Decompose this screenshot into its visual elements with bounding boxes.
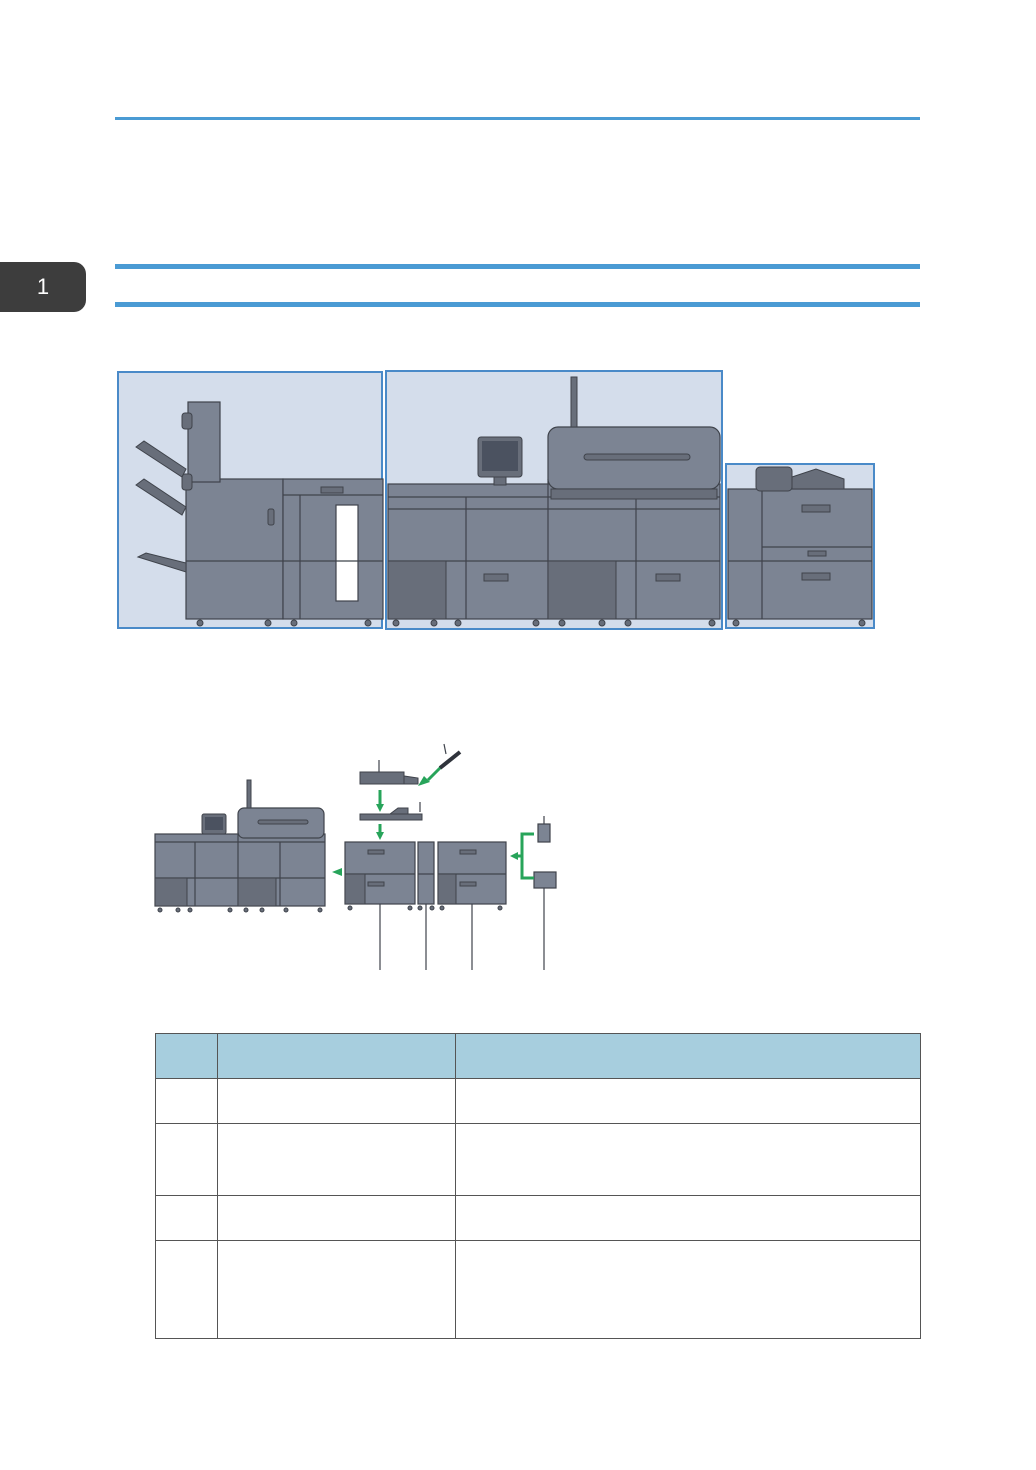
- table-cell: [455, 1240, 921, 1339]
- header-description: [455, 1033, 921, 1079]
- feed-tray-option-icon: [359, 743, 462, 840]
- small-option-units-icon: [510, 816, 557, 889]
- table-cell: [155, 1195, 218, 1241]
- table-cell: [455, 1078, 921, 1124]
- table-cell: [217, 1123, 456, 1196]
- table-cell: [217, 1078, 456, 1124]
- table-cell: [155, 1078, 218, 1124]
- options-diagram: [154, 743, 557, 970]
- table-row: [155, 1195, 921, 1241]
- second-paper-feed-icon: [437, 841, 507, 905]
- table-cell: [455, 1195, 921, 1241]
- table-cell: [217, 1240, 456, 1339]
- header-name: [217, 1033, 456, 1079]
- table-cell: [217, 1195, 456, 1241]
- table-cell: [155, 1123, 218, 1196]
- table-cell: [155, 1240, 218, 1339]
- table-cell: [455, 1123, 921, 1196]
- bridge-unit-option-icon: [417, 841, 435, 905]
- header-rule: [115, 117, 920, 120]
- printer-main-unit-icon: [154, 779, 326, 913]
- system-overview-figure: [117, 370, 875, 630]
- options-table: [155, 1033, 921, 1339]
- header-no: [155, 1033, 218, 1079]
- section-rule-bottom: [115, 302, 920, 307]
- paper-feed-unit: [727, 466, 873, 620]
- section-rule-top: [115, 264, 920, 269]
- table-row: [155, 1123, 921, 1196]
- table-row: [155, 1078, 921, 1124]
- chapter-number: 1: [36, 274, 50, 299]
- chapter-tab: 1: [0, 262, 86, 312]
- table-header-row: [155, 1033, 921, 1079]
- large-capacity-tray-option-icon: [344, 841, 416, 905]
- table-row: [155, 1240, 921, 1339]
